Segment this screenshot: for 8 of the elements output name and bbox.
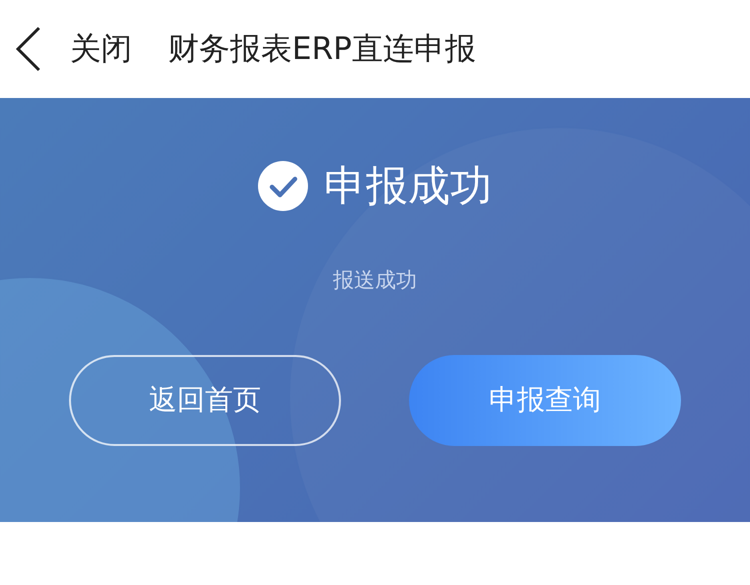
page-title: 财务报表ERP直连申报 [168,30,476,69]
home-button[interactable]: 返回首页 [69,354,341,446]
result-title: 申报成功 [324,160,492,212]
result-message: 报送成功 [333,267,417,294]
check-icon [258,160,308,210]
query-button[interactable]: 申报查询 [409,354,681,446]
back-icon[interactable] [14,26,42,72]
close-link[interactable]: 关闭 [70,26,132,72]
